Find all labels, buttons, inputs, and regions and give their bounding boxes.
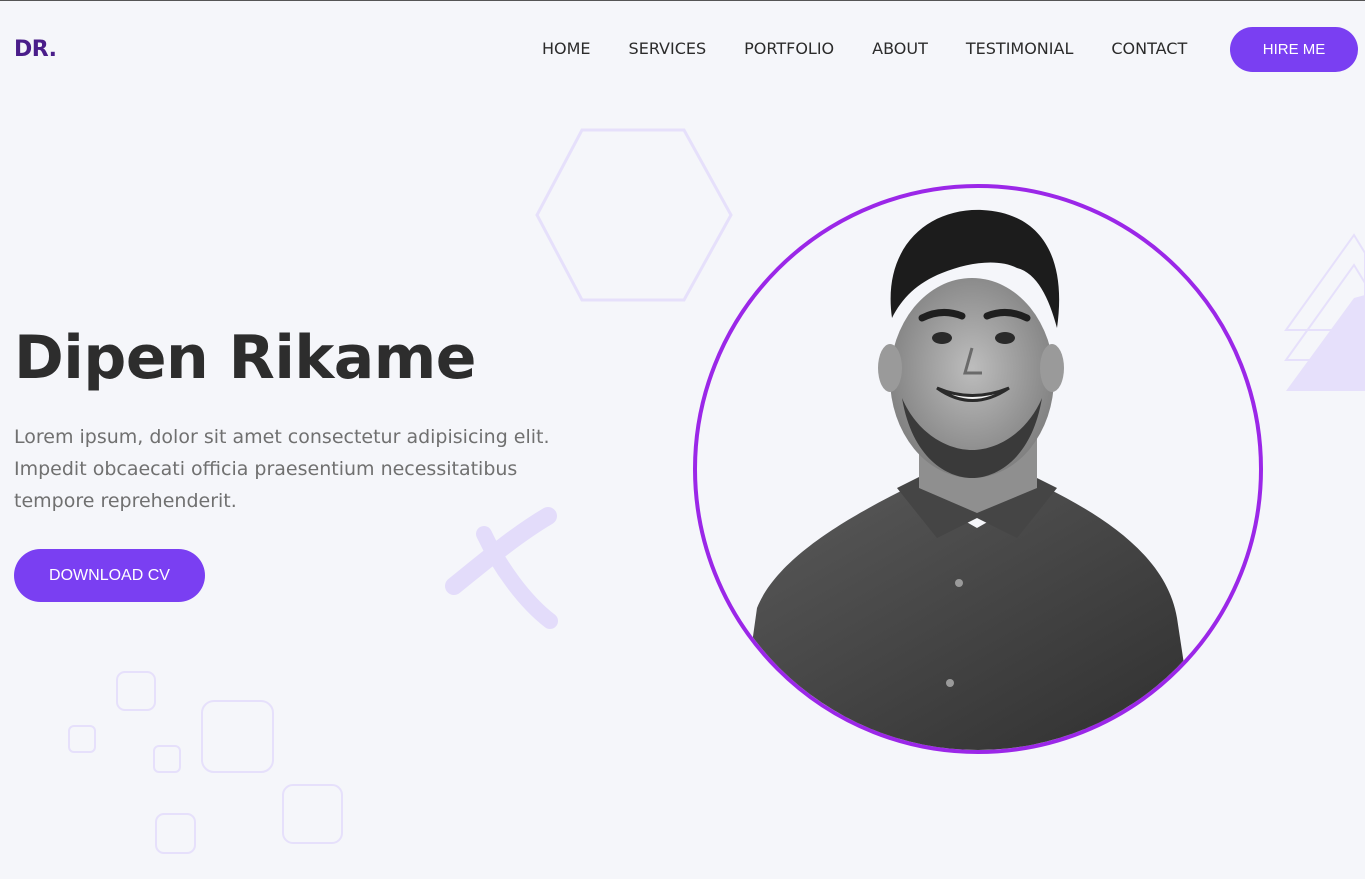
logo[interactable]: DR.	[14, 37, 57, 62]
hire-me-button[interactable]: HIRE ME	[1230, 27, 1358, 72]
nav-portfolio[interactable]: PORTFOLIO	[744, 39, 834, 58]
nav-services[interactable]: SERVICES	[629, 39, 707, 58]
hero-description: Lorem ipsum, dolor sit amet consectetur …	[14, 426, 550, 512]
squares-icon	[68, 671, 343, 854]
nav-home[interactable]: HOME	[542, 39, 591, 58]
cross-icon	[445, 507, 558, 629]
nav-about[interactable]: ABOUT	[872, 39, 928, 58]
hexagon-icon	[535, 128, 733, 302]
nav-contact[interactable]: CONTACT	[1111, 39, 1187, 58]
nav-testimonial[interactable]: TESTIMONIAL	[966, 39, 1073, 58]
profile-photo	[693, 184, 1263, 754]
triangles-icon	[1284, 233, 1365, 391]
person-illustration	[737, 209, 1197, 750]
hero-name: Dipen Rikame	[14, 323, 477, 393]
main-nav: HOME SERVICES PORTFOLIO ABOUT TESTIMONIA…	[542, 39, 1225, 58]
download-cv-button[interactable]: DOWNLOAD CV	[14, 549, 205, 602]
